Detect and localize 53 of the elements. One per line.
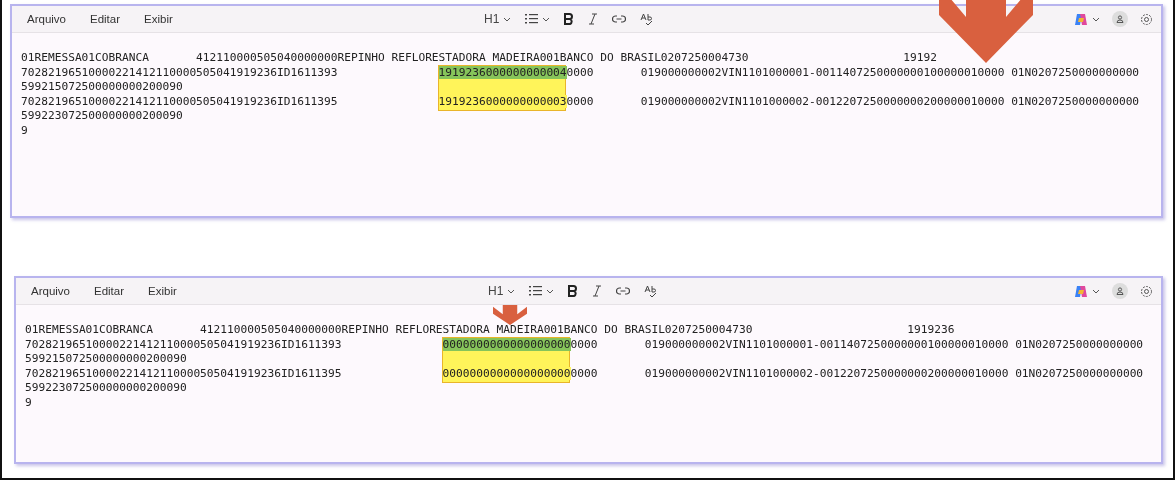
chevron-down-icon [1092, 16, 1100, 22]
person-icon [1116, 287, 1124, 295]
document-text: 0000 019000000002VIN1101000001-0011407250000000100000010000 01N0207250000000000 [566, 65, 1140, 79]
spellcheck-icon[interactable] [640, 12, 655, 26]
copilot-icon [1074, 12, 1088, 26]
document-text: 9 [21, 123, 28, 137]
menu-item[interactable]: Exibir [137, 11, 180, 27]
heading-dropdown[interactable]: H1 [488, 284, 516, 298]
document-text: 9 [25, 395, 32, 409]
document-text: 599223072500000000200090 [21, 109, 183, 122]
person-icon [1116, 15, 1124, 23]
document-text: 70282196510000221412110000505041919236ID1611393 [21, 65, 339, 79]
document-text: 01REMESSA01COBRANCA 412110000505040000000REPINHO REFLORESTADORA MADEIRA001BANCO DO BRASIL0207250004730 19192 [21, 51, 938, 64]
bold-icon[interactable] [564, 13, 575, 25]
menu-item[interactable]: Exibir [141, 283, 184, 299]
document-text: DEIRA001BANCO DO BRASIL0207250004730 1919236 [509, 323, 955, 336]
document-text: 0000 019000000002VIN1101000002-0012207250000000200000010000 01N0207250000000000 [566, 94, 1140, 108]
document-text: 599223072500000000200090 [25, 381, 187, 394]
bold-icon[interactable] [568, 285, 579, 297]
spellcheck-icon[interactable] [644, 284, 659, 298]
document-text: 70282196510000221412110000505041919236ID1611395 [25, 366, 343, 380]
link-icon[interactable] [616, 287, 631, 295]
settings-icon[interactable] [1140, 12, 1153, 26]
chevron-down-icon [546, 288, 555, 294]
list-icon [529, 286, 543, 296]
list-dropdown[interactable] [525, 14, 551, 24]
chevron-down-icon [507, 288, 516, 294]
chevron-down-icon [542, 16, 551, 22]
account-button[interactable] [1112, 11, 1128, 27]
document-text: 70282196510000221412110000505041919236ID1611395 [21, 94, 339, 108]
document-text: 0000 019000000002VIN1101000002-0012207250000000200000010000 01N0207250000000000 [570, 366, 1144, 380]
menu-item[interactable]: Editar [87, 283, 132, 299]
document-text: 01REMESSA01COBRANCA 412110000505040000000REPINHO REFLORESTADORA MA [25, 323, 510, 336]
menu-item[interactable]: Arquivo [20, 11, 73, 27]
document-text: 0000 019000000002VIN1101000001-0011407250000000100000010000 01N0207250000000000 [570, 337, 1144, 351]
copilot-dropdown[interactable] [1074, 284, 1100, 298]
document-text: 599215072500000000200090 [21, 80, 183, 93]
copilot-dropdown[interactable] [1074, 12, 1100, 26]
italic-icon[interactable] [588, 13, 599, 25]
chevron-down-icon [1092, 288, 1100, 294]
document-text: 599215072500000000200090 [25, 352, 187, 365]
copilot-icon [1074, 284, 1088, 298]
list-dropdown[interactable] [529, 286, 555, 296]
list-icon [525, 14, 539, 24]
heading-dropdown[interactable]: H1 [484, 12, 512, 26]
chevron-down-icon [503, 16, 512, 22]
settings-icon[interactable] [1140, 284, 1153, 298]
menu-item[interactable]: Editar [83, 11, 128, 27]
italic-icon[interactable] [592, 285, 603, 297]
account-button[interactable] [1112, 283, 1128, 299]
link-icon[interactable] [612, 15, 627, 23]
menu-item[interactable]: Arquivo [24, 283, 77, 299]
document-text: 70282196510000221412110000505041919236ID1611393 [25, 337, 343, 351]
